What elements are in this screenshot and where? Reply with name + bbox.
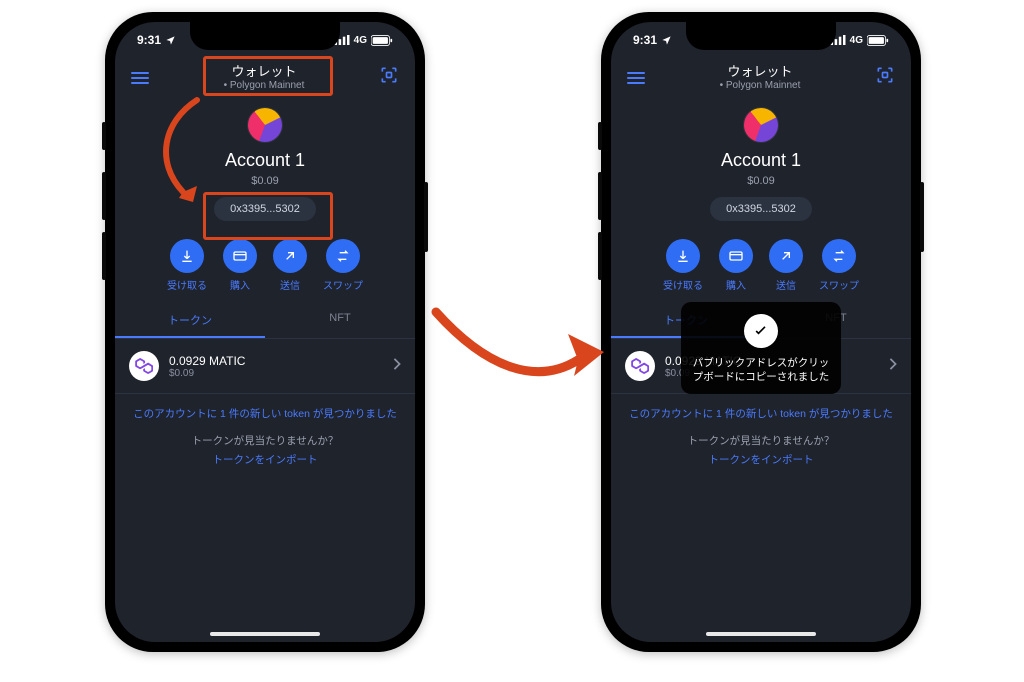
phone-notch — [686, 22, 836, 50]
receive-label: 受け取る — [167, 277, 207, 292]
download-icon — [675, 248, 691, 264]
import-token-link[interactable]: トークンをインポート — [611, 450, 911, 475]
swap-label: スワップ — [819, 277, 859, 292]
account-avatar[interactable] — [744, 108, 778, 142]
swap-icon — [831, 248, 847, 264]
toast-message: パブリックアドレスがクリップボードにコピーされました — [691, 356, 831, 384]
header-title: ウォレット — [720, 64, 801, 80]
menu-button[interactable] — [627, 72, 645, 84]
phone-side-button — [424, 182, 428, 252]
token-not-found-text: トークンが見当たりませんか？ — [115, 427, 415, 450]
status-carrier: 4G — [354, 35, 367, 46]
download-icon — [179, 248, 195, 264]
receive-button[interactable]: 受け取る — [167, 239, 207, 292]
tab-tokens[interactable]: トークン — [115, 304, 265, 338]
check-circle-icon — [744, 314, 778, 348]
arrow-up-right-icon — [778, 248, 794, 264]
action-row: 受け取る 購入 送信 スワップ — [115, 239, 415, 292]
receive-label: 受け取る — [663, 277, 703, 292]
phone-side-button — [598, 122, 602, 150]
buy-button[interactable]: 購入 — [719, 239, 753, 292]
status-time: 9:31 — [137, 33, 161, 47]
phone-side-button — [598, 172, 602, 220]
new-token-found-link[interactable]: このアカウントに 1 件の新しい token が見つかりました — [611, 394, 911, 427]
action-row: 受け取る 購入 送信 スワップ — [611, 239, 911, 292]
annotation-box-address — [203, 192, 333, 240]
screen-left: 9:31 4G ウォレット Polygon Mainnet — [115, 22, 415, 642]
phone-frame-right: 9:31 4G ウォレット Polygon Mainnet — [601, 12, 921, 652]
chevron-right-icon — [393, 357, 401, 375]
phone-notch — [190, 22, 340, 50]
battery-icon — [371, 35, 393, 46]
chevron-right-icon — [889, 357, 897, 375]
send-button[interactable]: 送信 — [769, 239, 803, 292]
account-balance: $0.09 — [611, 175, 911, 187]
scan-qr-button[interactable] — [875, 65, 895, 90]
phone-side-button — [102, 172, 106, 220]
phone-side-button — [598, 232, 602, 280]
receive-button[interactable]: 受け取る — [663, 239, 703, 292]
swap-button[interactable]: スワップ — [323, 239, 363, 292]
location-arrow-icon — [165, 35, 176, 46]
home-indicator[interactable] — [210, 632, 320, 636]
token-row-matic[interactable]: 0.0929 MATIC $0.09 — [115, 339, 415, 394]
card-icon — [728, 248, 744, 264]
battery-icon — [867, 35, 889, 46]
screen-right: 9:31 4G ウォレット Polygon Mainnet — [611, 22, 911, 642]
swap-icon — [335, 248, 351, 264]
header-network: Polygon Mainnet — [720, 80, 801, 92]
new-token-found-link[interactable]: このアカウントに 1 件の新しい token が見つかりました — [115, 394, 415, 427]
send-label: 送信 — [776, 277, 796, 292]
phone-frame-left: 9:31 4G ウォレット Polygon Mainnet — [105, 12, 425, 652]
buy-label: 購入 — [230, 277, 250, 292]
account-name[interactable]: Account 1 — [611, 150, 911, 171]
home-indicator[interactable] — [706, 632, 816, 636]
import-token-link[interactable]: トークンをインポート — [115, 450, 415, 475]
copied-toast: パブリックアドレスがクリップボードにコピーされました — [681, 302, 841, 394]
app-topbar: ウォレット Polygon Mainnet — [611, 64, 911, 92]
annotation-box-header — [203, 56, 333, 96]
swap-button[interactable]: スワップ — [819, 239, 859, 292]
arrow-up-right-icon — [282, 248, 298, 264]
send-label: 送信 — [280, 277, 300, 292]
tab-nft[interactable]: NFT — [265, 304, 415, 338]
location-arrow-icon — [661, 35, 672, 46]
send-button[interactable]: 送信 — [273, 239, 307, 292]
buy-label: 購入 — [726, 277, 746, 292]
polygon-logo-icon — [129, 351, 159, 381]
phone-side-button — [102, 232, 106, 280]
comparison-stage: 9:31 4G ウォレット Polygon Mainnet — [0, 0, 1024, 682]
scan-qr-button[interactable] — [379, 65, 399, 90]
polygon-logo-icon — [625, 351, 655, 381]
phone-side-button — [920, 182, 924, 252]
swap-label: スワップ — [323, 277, 363, 292]
annotation-arrow-small — [145, 92, 215, 212]
transition-arrow — [428, 300, 608, 410]
token-fiat: $0.09 — [169, 368, 383, 379]
asset-tabs: トークン NFT — [115, 304, 415, 339]
card-icon — [232, 248, 248, 264]
status-carrier: 4G — [850, 35, 863, 46]
buy-button[interactable]: 購入 — [223, 239, 257, 292]
menu-button[interactable] — [131, 72, 149, 84]
status-time: 9:31 — [633, 33, 657, 47]
copy-address-button[interactable]: 0x3395...5302 — [710, 197, 812, 221]
phone-side-button — [102, 122, 106, 150]
token-amount: 0.0929 MATIC — [169, 354, 383, 368]
account-avatar[interactable] — [248, 108, 282, 142]
header-title-group[interactable]: ウォレット Polygon Mainnet — [720, 64, 801, 92]
token-not-found-text: トークンが見当たりませんか？ — [611, 427, 911, 450]
